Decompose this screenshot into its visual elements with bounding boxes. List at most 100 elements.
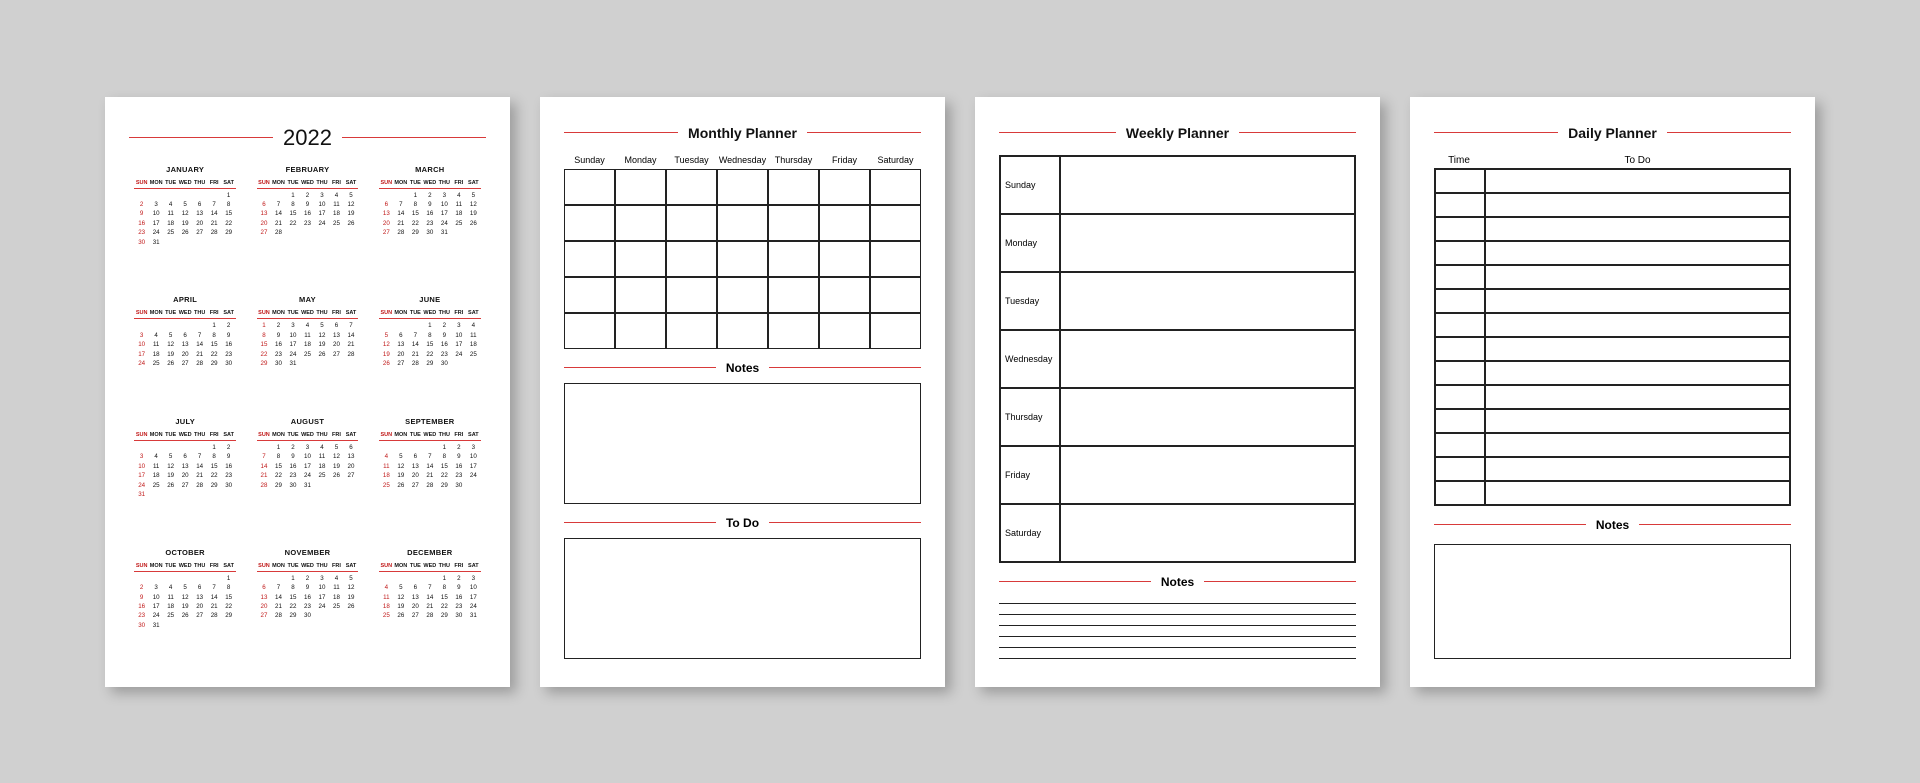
date-cell: 25 bbox=[379, 481, 394, 490]
date-row: 303100000 bbox=[134, 621, 236, 630]
date-cell: 16 bbox=[271, 340, 286, 349]
date-cell: 28 bbox=[271, 611, 286, 620]
date-cell: 24 bbox=[315, 602, 330, 611]
date-cell: 26 bbox=[163, 481, 178, 490]
date-cell: 4 bbox=[149, 452, 164, 461]
date-cell: 21 bbox=[271, 219, 286, 228]
dow-cell: SUN bbox=[379, 430, 394, 440]
daily-time-cell bbox=[1435, 433, 1485, 457]
monthly-cell bbox=[666, 205, 717, 241]
daily-time-cell bbox=[1435, 409, 1485, 433]
date-cell: 9 bbox=[271, 331, 286, 340]
monthly-notes-section bbox=[564, 383, 921, 504]
date-cell: 17 bbox=[466, 593, 481, 602]
date-cell: 30 bbox=[437, 359, 452, 368]
date-cell: 19 bbox=[178, 219, 193, 228]
daily-time-cell bbox=[1435, 289, 1485, 313]
date-row: 27282930000 bbox=[257, 611, 359, 620]
monthly-cell bbox=[666, 241, 717, 277]
date-cell: 25 bbox=[329, 219, 344, 228]
date-cell: 21 bbox=[423, 602, 438, 611]
daily-title: Daily Planner bbox=[1568, 125, 1657, 141]
planner-set: 2022 JANUARYSUNMONTUEWEDTHUFRISAT0000001… bbox=[105, 97, 1815, 687]
date-cell: 10 bbox=[466, 583, 481, 592]
date-cell: 5 bbox=[344, 574, 359, 583]
date-row: 13141516171819 bbox=[257, 593, 359, 602]
weekly-notes-title: Notes bbox=[1161, 575, 1194, 589]
date-cell: 5 bbox=[394, 452, 409, 461]
date-cell: 3 bbox=[452, 321, 467, 330]
date-cell: 31 bbox=[286, 359, 301, 368]
date-cell: 9 bbox=[134, 593, 149, 602]
date-cell: 13 bbox=[178, 340, 193, 349]
date-cell: 3 bbox=[134, 331, 149, 340]
date-cell: 8 bbox=[221, 200, 236, 209]
rule-left bbox=[129, 137, 273, 138]
date-cell: 9 bbox=[221, 331, 236, 340]
dow-cell: WED bbox=[300, 178, 315, 188]
date-row: 20212223242526 bbox=[257, 602, 359, 611]
date-cell: 19 bbox=[344, 209, 359, 218]
dow-row: SUNMONTUEWEDTHUFRISAT bbox=[134, 178, 236, 189]
date-cell: 26 bbox=[379, 359, 394, 368]
date-cell: 15 bbox=[221, 593, 236, 602]
dow-cell: MON bbox=[271, 561, 286, 571]
dow-cell: FRI bbox=[207, 178, 222, 188]
date-cell: 14 bbox=[207, 209, 222, 218]
date-cell: 21 bbox=[344, 340, 359, 349]
daily-time-cell bbox=[1435, 385, 1485, 409]
date-cell: 3 bbox=[315, 574, 330, 583]
date-cell: 30 bbox=[300, 611, 315, 620]
date-cell: 3 bbox=[300, 443, 315, 452]
date-cell: 27 bbox=[408, 611, 423, 620]
date-cell: 2 bbox=[452, 574, 467, 583]
rule-left bbox=[564, 522, 716, 523]
date-cell: 18 bbox=[379, 602, 394, 611]
daily-todo-cell bbox=[1485, 481, 1790, 505]
date-cell: 9 bbox=[423, 200, 438, 209]
date-cell: 23 bbox=[437, 350, 452, 359]
date-cell: 8 bbox=[437, 452, 452, 461]
date-cell: 20 bbox=[379, 219, 394, 228]
date-cell: 6 bbox=[329, 321, 344, 330]
rule-right bbox=[769, 367, 921, 368]
date-cell: 4 bbox=[329, 191, 344, 200]
date-cell: 29 bbox=[437, 611, 452, 620]
date-cell: 11 bbox=[163, 593, 178, 602]
date-cell: 4 bbox=[163, 583, 178, 592]
date-cell: 3 bbox=[315, 191, 330, 200]
date-cell: 19 bbox=[163, 471, 178, 480]
date-row: 272800000 bbox=[257, 228, 359, 237]
date-cell: 19 bbox=[315, 340, 330, 349]
dow-cell: WED bbox=[300, 308, 315, 318]
date-cell: 4 bbox=[315, 443, 330, 452]
date-cell: 27 bbox=[192, 228, 207, 237]
monthly-cell bbox=[615, 277, 666, 313]
date-cell: 16 bbox=[300, 593, 315, 602]
date-cell: 13 bbox=[344, 452, 359, 461]
dow-cell: WED bbox=[300, 430, 315, 440]
date-cell: 28 bbox=[423, 481, 438, 490]
date-cell: 1 bbox=[271, 443, 286, 452]
date-cell: 21 bbox=[423, 471, 438, 480]
dow-cell: FRI bbox=[329, 561, 344, 571]
date-cell: 9 bbox=[300, 200, 315, 209]
date-cell: 2 bbox=[134, 200, 149, 209]
date-cell: 1 bbox=[207, 321, 222, 330]
rule-left bbox=[999, 581, 1151, 582]
date-row: 0000012 bbox=[134, 443, 236, 452]
monthly-dow-row: SundayMondayTuesdayWednesdayThursdayFrid… bbox=[564, 155, 921, 165]
date-cell: 4 bbox=[466, 321, 481, 330]
date-cell: 16 bbox=[286, 462, 301, 471]
date-row: 21222324252627 bbox=[257, 471, 359, 480]
daily-time-cell bbox=[1435, 193, 1485, 217]
date-cell: 25 bbox=[379, 611, 394, 620]
daily-time-cell bbox=[1435, 241, 1485, 265]
date-cell: 22 bbox=[286, 219, 301, 228]
dow-cell: WED bbox=[178, 430, 193, 440]
date-cell: 21 bbox=[271, 602, 286, 611]
daily-todo-cell bbox=[1485, 217, 1790, 241]
month-block: APRILSUNMONTUEWEDTHUFRISAT00000123456789… bbox=[129, 295, 241, 396]
date-row: 9101112131415 bbox=[134, 593, 236, 602]
daily-time-cell bbox=[1435, 337, 1485, 361]
